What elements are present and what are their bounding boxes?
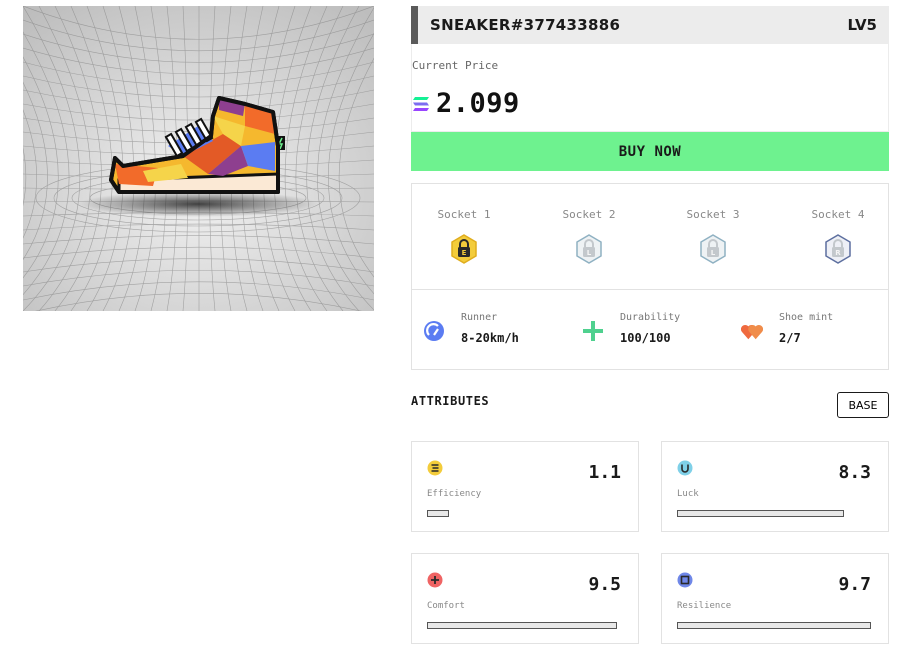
efficiency-icon — [427, 460, 443, 476]
stat-value: 2/7 — [779, 331, 801, 345]
nft-title-bar: SNEAKER#377433886 LV5 — [411, 6, 889, 44]
lock-icon: L — [700, 234, 726, 264]
attribute-card-resilience: 9.7 Resilience — [661, 553, 889, 644]
attribute-bar — [677, 510, 844, 517]
socket-2[interactable]: Socket 2 L — [544, 208, 634, 265]
attribute-label: Efficiency — [427, 489, 482, 499]
sneaker-image — [23, 6, 374, 311]
stat-label: Durability — [620, 312, 681, 323]
svg-text:R: R — [835, 249, 841, 257]
hearts-icon — [741, 324, 763, 340]
socket-label: Socket 2 — [562, 208, 616, 221]
lock-icon: R — [825, 234, 851, 264]
lock-icon: L — [576, 234, 602, 264]
attribute-value: 1.1 — [588, 462, 621, 483]
stat-value: 100/100 — [620, 331, 671, 345]
attribute-bar — [427, 510, 449, 517]
stat-label: Runner — [461, 312, 498, 323]
base-button[interactable]: BASE — [837, 392, 889, 418]
stat-value: 8-20km/h — [461, 331, 519, 345]
level-badge: LV5 — [847, 16, 877, 34]
svg-text:L: L — [711, 249, 716, 257]
socket-label: Socket 1 — [437, 208, 491, 221]
socket-3[interactable]: Socket 3 L — [668, 208, 758, 265]
attribute-value: 9.5 — [588, 574, 621, 595]
sneaker-illustration — [23, 6, 374, 311]
socket-label: Socket 3 — [686, 208, 740, 221]
attribute-card-efficiency: 1.1 Efficiency — [411, 441, 639, 532]
socket-4[interactable]: Socket 4 R — [793, 208, 883, 265]
attribute-bar — [677, 622, 871, 629]
nft-title: SNEAKER#377433886 — [430, 16, 621, 34]
attribute-bar — [427, 622, 617, 629]
attribute-value: 8.3 — [838, 462, 871, 483]
stats-panel: Runner 8-20km/h Durability 100/100 Shoe … — [411, 290, 889, 370]
socket-label: Socket 4 — [811, 208, 865, 221]
attribute-label: Comfort — [427, 601, 465, 611]
stat-runner: Runner 8-20km/h — [423, 312, 519, 345]
luck-icon — [677, 460, 693, 476]
price-section: Current Price 2.099 — [411, 44, 889, 132]
price-value: 2.099 — [436, 88, 520, 119]
sockets-panel: Socket 1 E Socket 2 L Socket 3 L Socket … — [411, 183, 889, 290]
attribute-label: Resilience — [677, 601, 732, 611]
socket-1[interactable]: Socket 1 E — [419, 208, 509, 265]
lock-icon: E — [451, 234, 477, 264]
attributes-heading: ATTRIBUTES — [411, 394, 490, 408]
stat-label: Shoe mint — [779, 312, 834, 323]
price-label: Current Price — [412, 59, 499, 72]
runner-icon — [424, 321, 444, 341]
resilience-icon — [677, 572, 693, 588]
svg-text:E: E — [462, 249, 467, 257]
solana-icon — [413, 96, 429, 111]
buy-now-button[interactable]: BUY NOW — [411, 132, 889, 171]
attribute-label: Luck — [677, 489, 699, 499]
plus-icon — [583, 321, 603, 341]
comfort-icon — [427, 572, 443, 588]
attribute-value: 9.7 — [838, 574, 871, 595]
stat-durability: Durability 100/100 — [582, 312, 680, 345]
attribute-card-comfort: 9.5 Comfort — [411, 553, 639, 644]
stat-shoe-mint: Shoe mint 2/7 — [741, 312, 833, 345]
attribute-card-luck: 8.3 Luck — [661, 441, 889, 532]
svg-text:L: L — [587, 249, 592, 257]
price-row: 2.099 — [412, 88, 520, 119]
